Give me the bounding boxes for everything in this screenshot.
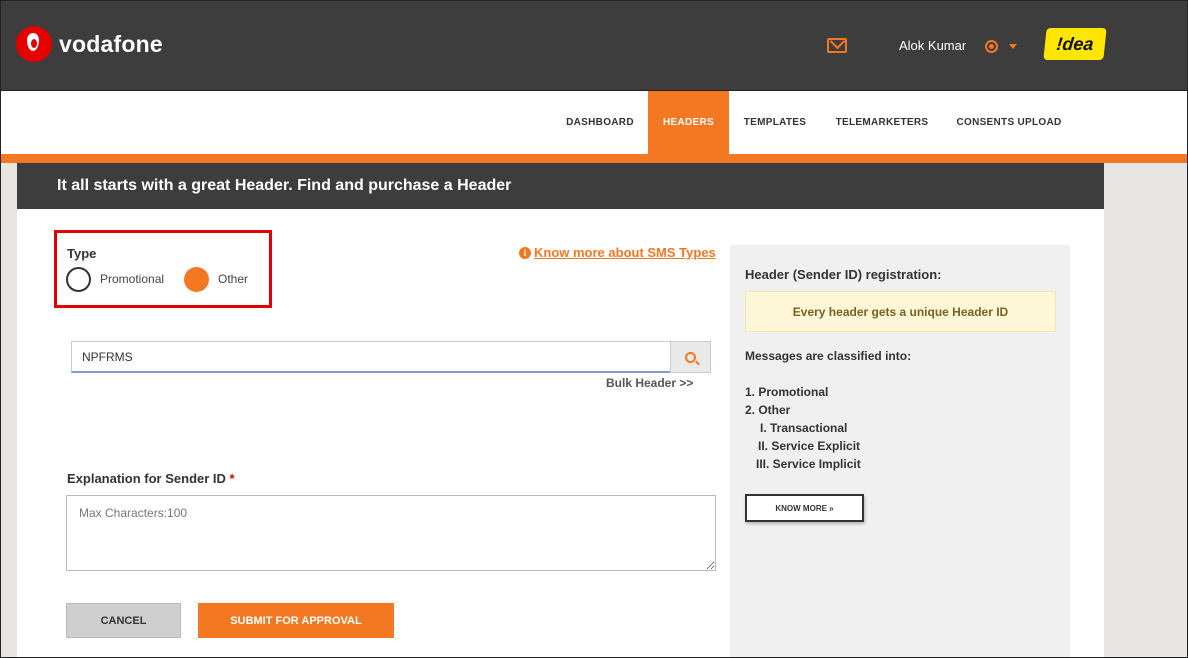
top-header: vodafone Alok Kumar !dea [0, 0, 1188, 91]
explanation-label: Explanation for Sender ID * [67, 471, 235, 486]
user-name[interactable]: Alok Kumar [899, 38, 966, 53]
radio-promotional-label[interactable]: Promotional [100, 272, 164, 286]
cancel-button[interactable]: CANCEL [66, 603, 181, 638]
vodafone-logo-icon [16, 26, 52, 62]
explanation-label-text: Explanation for Sender ID [67, 471, 226, 486]
panel-line-service-explicit: II. Service Explicit [758, 439, 861, 453]
panel-note: Every header gets a unique Header ID [745, 291, 1056, 332]
nav-dashboard[interactable]: DASHBOARD [555, 91, 645, 154]
required-mark: * [229, 471, 235, 486]
radio-other[interactable] [184, 267, 209, 292]
submit-for-approval-button[interactable]: SUBMIT FOR APPROVAL [198, 603, 394, 638]
nav-accent-strip [0, 154, 1188, 163]
panel-line-service-implicit: III. Service Implicit [756, 457, 861, 471]
search-icon [685, 351, 696, 363]
radio-other-label[interactable]: Other [218, 272, 248, 286]
mail-icon[interactable] [827, 38, 847, 53]
brand-name: vodafone [59, 30, 163, 57]
nav-headers[interactable]: HEADERS [648, 91, 729, 154]
nav-templates[interactable]: TEMPLATES [732, 91, 818, 154]
brand[interactable]: vodafone [16, 26, 163, 62]
nav-consents-upload[interactable]: CONSENTS UPLOAD [946, 91, 1072, 154]
info-icon: i [519, 246, 531, 259]
search-button[interactable] [670, 341, 711, 373]
bulk-header-link[interactable]: Bulk Header >> [606, 376, 693, 390]
panel-title: Header (Sender ID) registration: [745, 267, 942, 282]
nav-telemarketers[interactable]: TELEMARKETERS [827, 91, 937, 154]
know-more-button[interactable]: KNOW MORE » [745, 494, 864, 522]
panel-subtitle: Messages are classified into: [745, 349, 912, 363]
page-gutter [1104, 163, 1188, 658]
panel-line-promotional: 1. Promotional [745, 385, 829, 399]
panel-line-other: 2. Other [745, 403, 791, 417]
type-label: Type [67, 246, 97, 261]
type-highlight-box [54, 230, 272, 308]
explanation-textarea[interactable] [66, 495, 716, 571]
user-circle-icon[interactable] [985, 40, 998, 53]
radio-promotional[interactable] [66, 267, 91, 292]
idea-logo: !dea [1043, 28, 1107, 60]
panel-line-transactional: I. Transactional [760, 421, 848, 435]
header-search-input[interactable] [71, 341, 671, 373]
caret-down-icon[interactable] [1009, 44, 1017, 49]
know-more-sms-types-link[interactable]: i Know more about SMS Types [519, 245, 716, 260]
main-nav: DASHBOARD HEADERS TEMPLATES TELEMARKETER… [0, 91, 1188, 154]
page-title: It all starts with a great Header. Find … [17, 163, 1104, 209]
know-more-sms-types-label[interactable]: Know more about SMS Types [534, 245, 716, 260]
